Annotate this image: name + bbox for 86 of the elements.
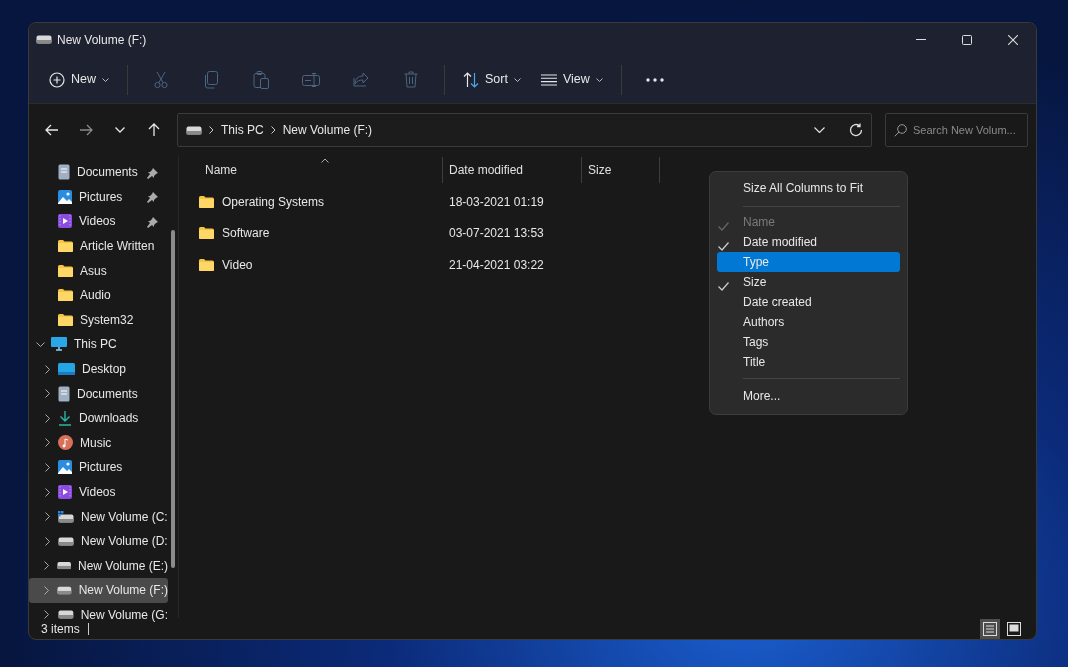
menu-item[interactable]: Date created — [717, 292, 900, 312]
menu-item[interactable]: Size — [717, 272, 900, 292]
file-name[interactable]: Software — [222, 224, 270, 243]
sidebar-item[interactable]: Downloads — [29, 405, 168, 431]
sidebar-item[interactable]: New Volume (E:) — [29, 553, 168, 579]
minimize-icon — [916, 38, 926, 41]
search-icon — [894, 123, 907, 137]
window-title: New Volume (F:) — [57, 31, 147, 49]
drive-icon — [56, 585, 72, 595]
item-count: 3 items — [41, 622, 89, 635]
close-icon — [1008, 34, 1018, 45]
folder-icon — [199, 195, 214, 208]
menu-item[interactable]: Tags — [717, 332, 900, 352]
picture-icon — [58, 189, 72, 204]
up-arrow-icon — [148, 123, 160, 137]
breadcrumb[interactable]: New Volume (F:) — [282, 121, 373, 139]
folder-icon — [58, 240, 73, 253]
drive-icon — [56, 561, 71, 571]
file-name[interactable]: Operating Systems — [222, 192, 325, 211]
address-bar[interactable]: This PC New Volume (F:) — [177, 113, 872, 147]
sidebar-item[interactable]: System32 — [29, 307, 168, 333]
drive-icon — [58, 536, 74, 546]
file-name[interactable]: Video — [222, 255, 253, 274]
drive-icon — [58, 510, 74, 523]
column-header[interactable]: Name — [199, 157, 443, 183]
sidebar-item[interactable]: Audio — [29, 282, 168, 308]
sidebar-item[interactable]: Pictures — [29, 455, 168, 480]
sidebar-item[interactable]: Article Written — [29, 233, 168, 259]
video-icon — [58, 485, 72, 499]
menu-item[interactable]: Date modified — [717, 232, 900, 252]
chevron-right-icon — [270, 126, 276, 134]
sidebar-item[interactable]: New Volume (D: — [29, 528, 168, 554]
column-header[interactable]: Size — [582, 157, 660, 183]
details-view-button[interactable] — [980, 618, 1000, 639]
picture-icon — [58, 460, 72, 475]
folder-icon — [58, 289, 73, 302]
document-icon — [58, 164, 70, 181]
drive-icon — [186, 125, 202, 135]
view-button[interactable]: View — [532, 62, 611, 97]
sidebar-item[interactable]: Videos — [29, 209, 168, 234]
sidebar-item[interactable]: Music — [29, 430, 168, 456]
video-icon — [58, 214, 72, 229]
search-field[interactable]: Search New Volum... — [913, 121, 1023, 139]
folder-icon — [199, 258, 214, 271]
sidebar-item[interactable]: Pictures — [29, 184, 168, 210]
menu-item[interactable]: Type — [717, 252, 900, 272]
sidebar-item[interactable]: This PC — [29, 332, 168, 357]
menu-item[interactable]: More... — [717, 384, 900, 408]
chevron-down-icon — [814, 127, 825, 133]
new-button[interactable]: New — [41, 62, 117, 97]
menu-item[interactable]: Size All Columns to Fit — [717, 176, 900, 200]
download-icon — [58, 410, 72, 426]
maximize-icon — [962, 34, 972, 45]
chevron-right-icon — [209, 126, 214, 134]
details-view-icon — [983, 621, 997, 636]
sidebar-item[interactable]: Videos — [29, 479, 168, 505]
menu-item[interactable]: Authors — [717, 312, 900, 332]
sidebar-item[interactable]: Documents — [29, 160, 168, 185]
sidebar-item[interactable]: New Volume (F:) — [29, 578, 168, 603]
sidebar-item[interactable]: Asus — [29, 258, 168, 283]
date-modified: 03-07-2021 13:53 — [448, 225, 544, 243]
folder-icon — [58, 313, 73, 326]
breadcrumb[interactable]: This PC — [221, 121, 264, 139]
sort-button[interactable]: Sort — [455, 62, 529, 97]
drive-icon — [57, 610, 74, 620]
date-modified: 21-04-2021 03:22 — [448, 256, 544, 274]
sidebar-item[interactable]: Documents — [29, 381, 168, 406]
scrollbar-thumb[interactable] — [171, 230, 175, 568]
date-modified: 18-03-2021 01:19 — [448, 193, 544, 211]
search-box[interactable]: Search New Volum... — [885, 113, 1028, 147]
left-arrow-icon — [45, 124, 59, 136]
music-icon — [58, 435, 73, 451]
sidebar-item[interactable]: Desktop — [29, 356, 168, 382]
drive-icon — [36, 35, 52, 44]
folder-icon — [199, 227, 214, 240]
tiles-view-icon — [1007, 621, 1021, 636]
refresh-icon — [849, 123, 863, 137]
document-icon — [58, 385, 70, 402]
chevron-down-icon — [115, 127, 125, 133]
right-arrow-icon — [79, 124, 93, 136]
column-header[interactable]: Date modified — [443, 157, 582, 183]
sidebar-item[interactable]: New Volume (C: — [29, 504, 168, 529]
desktop-icon — [58, 363, 75, 376]
folder-icon — [58, 264, 73, 277]
menu-item[interactable]: Title — [717, 352, 900, 372]
monitor-icon — [51, 337, 67, 352]
